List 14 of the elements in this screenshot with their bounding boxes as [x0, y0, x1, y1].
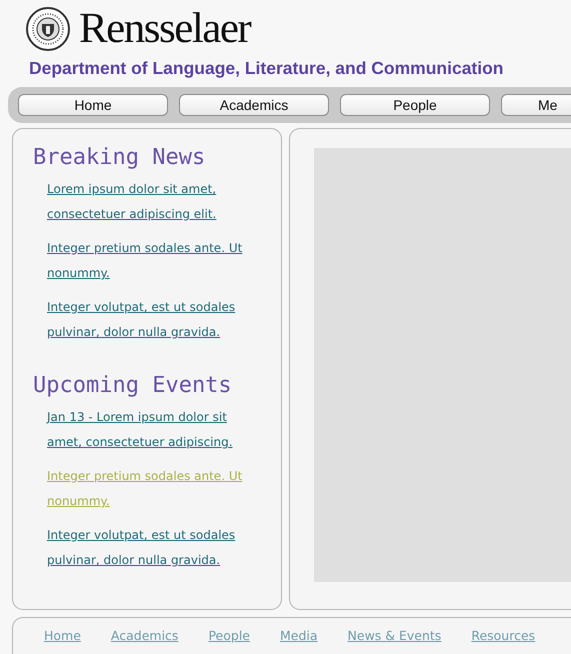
seal-logo [25, 7, 71, 51]
wordmark: Rensselaer [79, 6, 250, 52]
department-title: Department of Language, Literature, and Communication [29, 58, 504, 79]
news-link[interactable]: Jan 13 - Lorem ipsum dolor sit amet, consectetuer adipiscing. [47, 405, 265, 455]
section-heading: Upcoming Events [33, 372, 233, 400]
nav-button[interactable]: Home [18, 94, 168, 116]
nav-button[interactable]: Me [501, 94, 571, 116]
news-link[interactable]: Integer pretium sodales ante. Ut nonummy. [47, 236, 265, 286]
nav-button[interactable]: Academics [179, 94, 329, 116]
news-link[interactable]: Integer volutpat, est ut sodales pulvinar, dolor nulla gravida. [47, 295, 265, 345]
section-heading: Breaking News [33, 144, 206, 172]
news-link[interactable]: Lorem ipsum dolor sit amet, consectetuer adipiscing elit. [47, 177, 265, 227]
nav-button[interactable]: People [340, 94, 490, 116]
news-link[interactable]: Integer volutpat, est ut sodales pulvinar, dolor nulla gravida. [47, 523, 265, 573]
